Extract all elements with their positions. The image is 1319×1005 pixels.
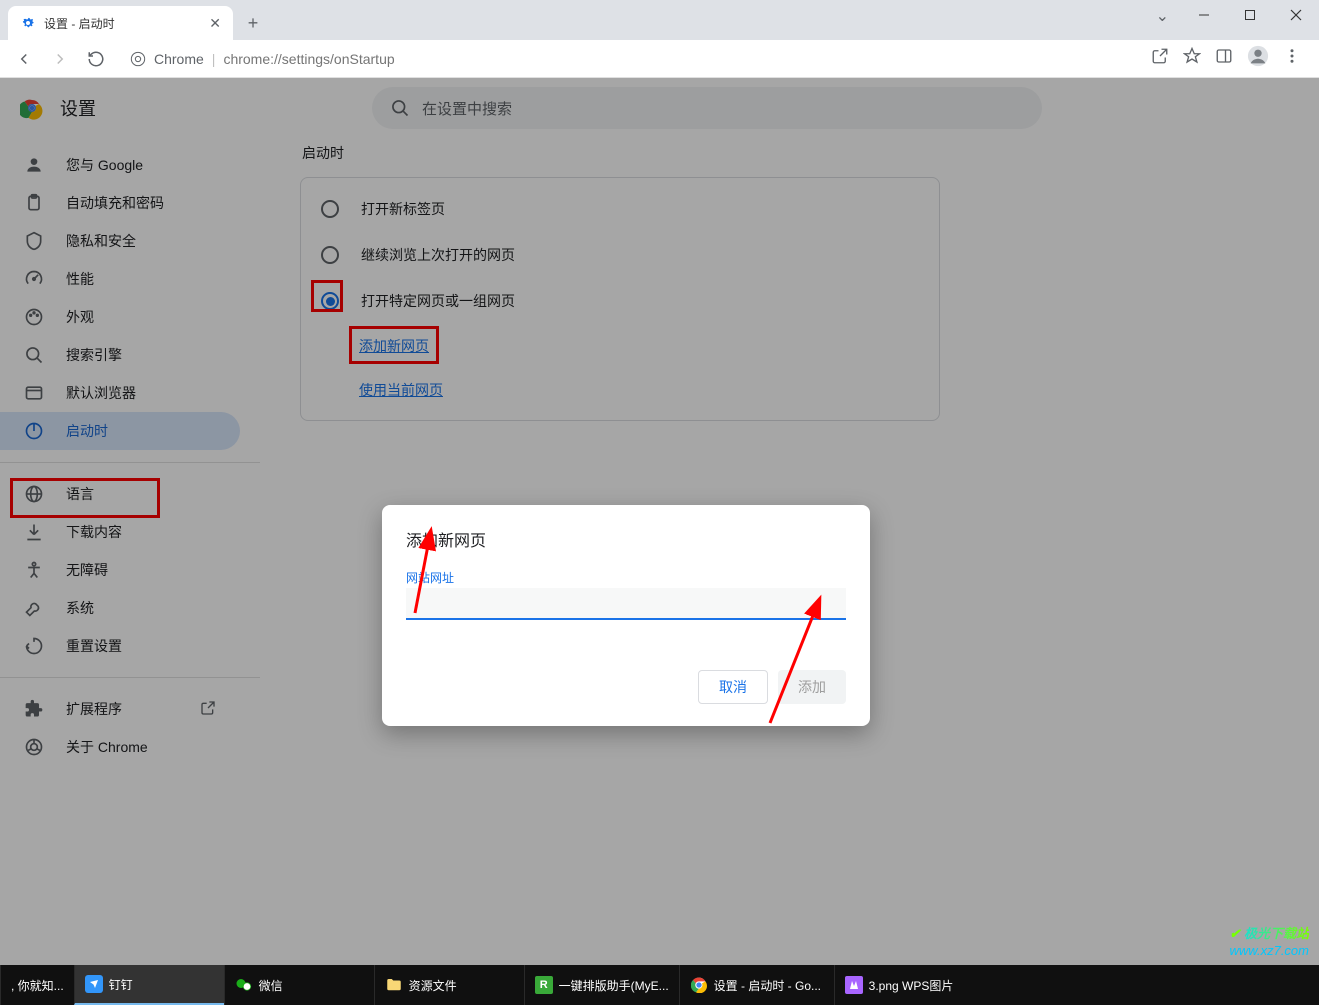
startup-option-newtab[interactable]: 打开新标签页 bbox=[301, 186, 939, 232]
taskbar-item[interactable]: , 你就知... bbox=[0, 965, 74, 1005]
url-input[interactable] bbox=[406, 588, 846, 620]
chrome-icon bbox=[24, 737, 44, 757]
url-field[interactable]: Chrome | chrome://settings/onStartup bbox=[118, 44, 1143, 74]
startup-option-continue[interactable]: 继续浏览上次打开的网页 bbox=[301, 232, 939, 278]
person-icon bbox=[24, 155, 44, 175]
url-scheme: Chrome bbox=[154, 51, 204, 67]
url-input-label: 网站网址 bbox=[406, 569, 846, 586]
sidebar-item-google[interactable]: 您与 Google bbox=[0, 146, 240, 184]
wechat-icon bbox=[235, 976, 253, 994]
browser-tab[interactable]: 设置 - 启动时 ✕ bbox=[8, 6, 233, 40]
taskbar-item-app[interactable]: R一键排版助手(MyE... bbox=[524, 965, 679, 1005]
tab-title: 设置 - 启动时 bbox=[44, 15, 115, 32]
accessibility-icon bbox=[24, 560, 44, 580]
sidebar-item-search[interactable]: 搜索引擎 bbox=[0, 336, 240, 374]
reset-icon bbox=[24, 636, 44, 656]
startup-option-specific[interactable]: 打开特定网页或一组网页 bbox=[301, 278, 939, 324]
address-bar: Chrome | chrome://settings/onStartup bbox=[0, 40, 1319, 78]
search-icon bbox=[390, 98, 410, 118]
titlebar: 设置 - 启动时 ✕ + ⌄ bbox=[0, 0, 1319, 40]
sidebar-item-appearance[interactable]: 外观 bbox=[0, 298, 240, 336]
external-link-icon bbox=[200, 700, 216, 719]
radio-icon bbox=[321, 200, 339, 218]
menu-icon[interactable] bbox=[1283, 47, 1301, 70]
startup-card: 打开新标签页 继续浏览上次打开的网页 打开特定网页或一组网页 添加新网页 使用当… bbox=[300, 177, 940, 421]
taskbar: , 你就知... 钉钉 微信 资源文件 R一键排版助手(MyE... 设置 - … bbox=[0, 965, 1319, 1005]
sidebar-item-autofill[interactable]: 自动填充和密码 bbox=[0, 184, 240, 222]
share-icon[interactable] bbox=[1151, 47, 1169, 70]
url-path: chrome://settings/onStartup bbox=[223, 51, 394, 67]
back-button[interactable] bbox=[10, 45, 38, 73]
shield-icon bbox=[24, 231, 44, 251]
wps-icon bbox=[845, 976, 863, 994]
add-page-dialog: 添加新网页 网站网址 取消 添加 bbox=[382, 505, 870, 726]
sidebar-item-system[interactable]: 系统 bbox=[0, 589, 240, 627]
new-tab-button[interactable]: + bbox=[239, 9, 267, 37]
app-icon: R bbox=[535, 976, 553, 994]
power-icon bbox=[24, 421, 44, 441]
search-icon bbox=[24, 345, 44, 365]
section-title: 启动时 bbox=[302, 143, 1279, 163]
settings-sidebar: 您与 Google 自动填充和密码 隐私和安全 性能 外观 搜索引擎 默认浏览器… bbox=[0, 138, 260, 965]
annotation-highlight bbox=[349, 326, 439, 364]
taskbar-item-chrome[interactable]: 设置 - 启动时 - Go... bbox=[679, 965, 834, 1005]
sidepanel-icon[interactable] bbox=[1215, 47, 1233, 70]
taskbar-item-wechat[interactable]: 微信 bbox=[224, 965, 374, 1005]
wrench-icon bbox=[24, 598, 44, 618]
close-window-button[interactable] bbox=[1273, 0, 1319, 30]
bookmark-icon[interactable] bbox=[1183, 47, 1201, 70]
profile-icon[interactable] bbox=[1247, 45, 1269, 72]
clipboard-icon bbox=[24, 193, 44, 213]
maximize-button[interactable] bbox=[1227, 0, 1273, 30]
dialog-title: 添加新网页 bbox=[406, 527, 846, 551]
tabs-chevron-icon[interactable]: ⌄ bbox=[1156, 6, 1169, 26]
taskbar-item-explorer[interactable]: 资源文件 bbox=[374, 965, 524, 1005]
radio-icon bbox=[321, 246, 339, 264]
cancel-button[interactable]: 取消 bbox=[698, 670, 768, 704]
minimize-button[interactable] bbox=[1181, 0, 1227, 30]
chrome-logo-icon bbox=[20, 96, 44, 120]
close-tab-icon[interactable]: ✕ bbox=[209, 15, 221, 32]
dingtalk-icon bbox=[85, 975, 103, 993]
gear-icon bbox=[20, 15, 36, 31]
add-button[interactable]: 添加 bbox=[778, 670, 846, 704]
speed-icon bbox=[24, 269, 44, 289]
palette-icon bbox=[24, 307, 44, 327]
reload-button[interactable] bbox=[82, 45, 110, 73]
folder-icon bbox=[385, 976, 403, 994]
page-title: 设置 bbox=[60, 95, 96, 121]
window-controls bbox=[1181, 0, 1319, 30]
sidebar-item-downloads[interactable]: 下载内容 bbox=[0, 513, 240, 551]
browser-icon bbox=[24, 383, 44, 403]
chrome-icon bbox=[690, 976, 708, 994]
sidebar-item-about[interactable]: 关于 Chrome bbox=[0, 728, 240, 766]
puzzle-icon bbox=[24, 699, 44, 719]
sidebar-item-performance[interactable]: 性能 bbox=[0, 260, 240, 298]
search-placeholder: 在设置中搜索 bbox=[422, 98, 512, 119]
sidebar-item-accessibility[interactable]: 无障碍 bbox=[0, 551, 240, 589]
forward-button[interactable] bbox=[46, 45, 74, 73]
sidebar-item-startup[interactable]: 启动时 bbox=[0, 412, 240, 450]
annotation-highlight bbox=[311, 280, 343, 312]
download-icon bbox=[24, 522, 44, 542]
taskbar-item-dingtalk[interactable]: 钉钉 bbox=[74, 965, 224, 1005]
use-current-page-link[interactable]: 使用当前网页 bbox=[359, 380, 443, 400]
watermark: ✔ 极光下载站 www.xz7.com bbox=[1229, 926, 1309, 960]
sidebar-item-extensions[interactable]: 扩展程序 bbox=[0, 690, 240, 728]
chrome-icon bbox=[130, 51, 146, 67]
sidebar-item-privacy[interactable]: 隐私和安全 bbox=[0, 222, 240, 260]
annotation-highlight bbox=[10, 478, 160, 518]
taskbar-item-wps[interactable]: 3.png WPS图片 bbox=[834, 965, 989, 1005]
sidebar-item-default-browser[interactable]: 默认浏览器 bbox=[0, 374, 240, 412]
sidebar-item-reset[interactable]: 重置设置 bbox=[0, 627, 240, 665]
settings-search[interactable]: 在设置中搜索 bbox=[372, 87, 1042, 129]
